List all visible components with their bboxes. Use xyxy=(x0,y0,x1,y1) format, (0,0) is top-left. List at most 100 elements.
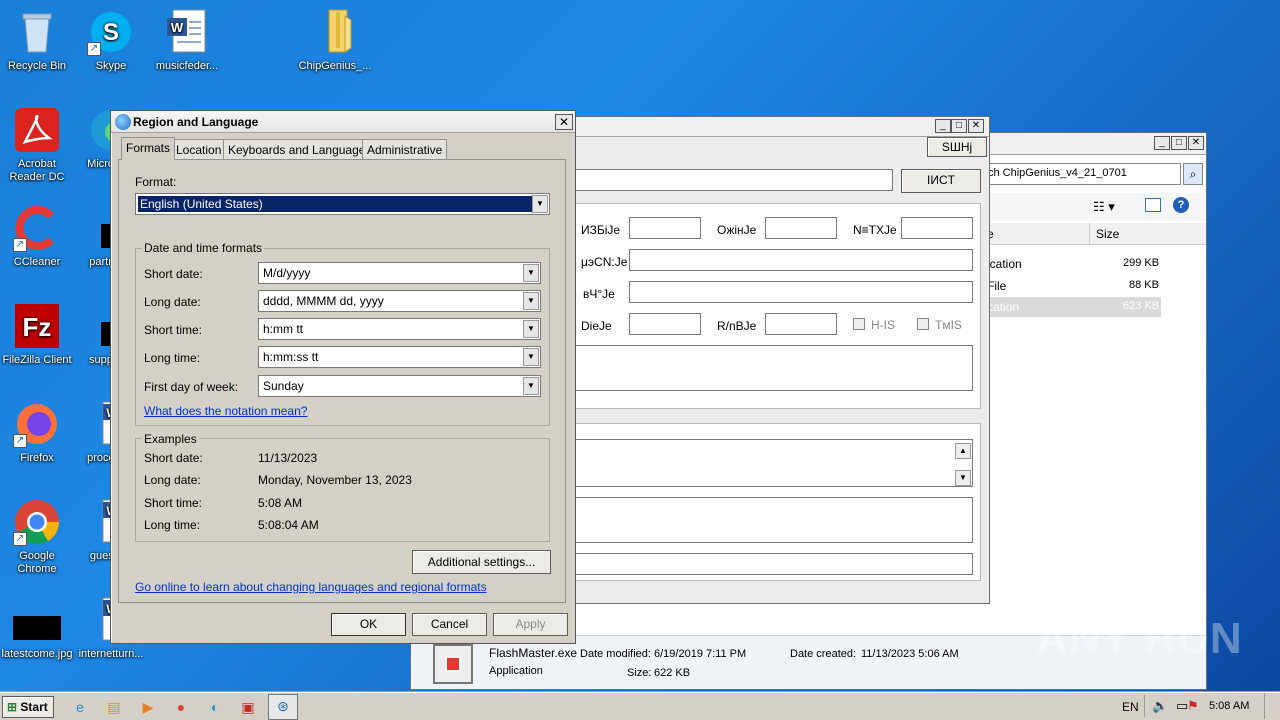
chevron-down-icon[interactable]: ▼ xyxy=(523,348,539,366)
tab-formats[interactable]: Formats xyxy=(121,137,176,160)
chipgenius-field[interactable] xyxy=(629,249,973,271)
scroll-down-button[interactable]: ▼ xyxy=(955,470,971,486)
long-time-select[interactable]: h:mm:ss tt ▼ xyxy=(258,346,541,368)
table-row-selected[interactable]: cation 623 KB xyxy=(987,297,1161,317)
apply-button[interactable]: Apply xyxy=(493,613,568,636)
tab-location[interactable]: Location xyxy=(171,139,227,159)
ok-button[interactable]: OK xyxy=(331,613,406,636)
cancel-button[interactable]: Cancel xyxy=(412,613,487,636)
media-player-icon[interactable]: ▶ xyxy=(136,696,160,718)
maximize-button[interactable]: □ xyxy=(1171,136,1187,150)
desktop-icon-skype[interactable]: S ↗ Skype xyxy=(74,8,148,73)
first-day-select[interactable]: Sunday ▼ xyxy=(258,375,541,397)
chrome-taskbar-icon[interactable]: ● xyxy=(169,696,193,718)
filezilla-icon: Fz xyxy=(13,302,61,350)
chipgenius-field[interactable] xyxy=(629,313,701,335)
chipgenius-field[interactable] xyxy=(765,217,837,239)
ccleaner-icon: ↗ xyxy=(13,204,61,252)
format-select[interactable]: English (United States) ▼ xyxy=(135,193,550,215)
chipgenius-field[interactable] xyxy=(901,217,973,239)
chipgenius-device-field[interactable] xyxy=(571,169,893,191)
chipgenius-window[interactable]: _ □ ✕ SШHj IИCT ИЗБiJe OжiнJe N≡TXJe μэC… xyxy=(570,116,990,604)
view-options-icon[interactable]: ☷ ▾ xyxy=(1093,199,1115,215)
tab-keyboards-languages[interactable]: Keyboards and Languages xyxy=(223,139,377,159)
desktop-icon-label: FileZilla Client xyxy=(2,354,72,366)
windows-logo-icon: ⊞ xyxy=(7,700,18,714)
ie-icon[interactable]: e xyxy=(68,696,92,718)
desktop-icon-ccleaner[interactable]: ↗ CCleaner xyxy=(0,204,74,269)
long-date-select[interactable]: dddd, MMMM dd, yyyy ▼ xyxy=(258,290,541,312)
svg-text:Fz: Fz xyxy=(23,312,52,342)
short-time-value: h:mm tt xyxy=(263,322,304,336)
desktop-icon-recycle-bin[interactable]: Recycle Bin xyxy=(0,8,74,73)
preview-pane-icon[interactable] xyxy=(1145,198,1161,212)
scroll-up-button[interactable]: ▲ xyxy=(955,443,971,459)
long-date-value: dddd, MMMM dd, yyyy xyxy=(263,294,384,308)
desktop-icon-label: musicfeder... xyxy=(155,60,219,72)
column-header-size[interactable]: Size xyxy=(1089,223,1169,245)
desktop-icon-label: Google Chrome xyxy=(17,550,57,575)
chipgenius-field[interactable] xyxy=(629,281,973,303)
minimize-button[interactable]: _ xyxy=(1154,136,1170,150)
table-row[interactable]: File 88 KB xyxy=(987,277,1161,295)
close-button[interactable]: ✕ xyxy=(555,114,573,130)
chipgenius-field[interactable] xyxy=(629,217,701,239)
explorer-icon[interactable]: ▤ xyxy=(102,696,126,718)
shortcut-arrow-icon: ↗ xyxy=(13,434,27,448)
chevron-down-icon[interactable]: ▼ xyxy=(523,320,539,338)
desktop-icon-acrobat[interactable]: Acrobat Reader DC xyxy=(0,106,74,184)
details-filename: FlashMaster.exe xyxy=(489,646,578,660)
chevron-down-icon[interactable]: ▼ xyxy=(523,264,539,282)
desktop-icon-musicfeder[interactable]: W musicfeder... xyxy=(150,8,224,73)
row-type: ication xyxy=(987,257,1022,271)
chipgenius-titlebar[interactable]: _ □ ✕ xyxy=(571,117,989,137)
chipgenius-field[interactable] xyxy=(765,313,837,335)
search-icon[interactable]: ⌕ xyxy=(1183,163,1203,185)
chevron-down-icon[interactable]: ▼ xyxy=(523,377,539,395)
desktop-icon-label: Acrobat Reader DC xyxy=(9,158,65,183)
chipgenius-taskbar-icon[interactable]: ▣ xyxy=(236,696,260,718)
chipgenius-label: OжiнJe xyxy=(717,223,757,237)
start-button[interactable]: ⊞ Start xyxy=(2,696,54,718)
shortcut-arrow-icon: ↗ xyxy=(13,532,27,546)
chevron-down-icon[interactable]: ▼ xyxy=(523,292,539,310)
desktop-icon-chipgenius[interactable]: ChipGenius_... xyxy=(298,8,372,73)
online-languages-link[interactable]: Go online to learn about changing langua… xyxy=(135,580,487,594)
notation-link[interactable]: What does the notation mean? xyxy=(144,404,307,418)
desktop-icon-firefox[interactable]: ↗ Firefox xyxy=(0,400,74,465)
edge-taskbar-icon[interactable]: ◐ xyxy=(203,696,227,718)
explorer-search-field[interactable]: ch ChipGenius_v4_21_0701 xyxy=(985,163,1181,185)
close-button[interactable]: ✕ xyxy=(1188,136,1204,150)
help-icon[interactable]: ? xyxy=(1173,197,1189,213)
show-desktop-button[interactable] xyxy=(1264,693,1278,719)
chipgenius-checkbox[interactable] xyxy=(853,318,865,330)
desktop-icon-filezilla[interactable]: Fz FileZilla Client xyxy=(0,302,74,367)
region-language-taskbar-icon[interactable]: ⊛ xyxy=(268,694,298,720)
language-indicator[interactable]: EN xyxy=(1122,700,1139,714)
row-size: 299 KB xyxy=(1123,257,1160,269)
clock[interactable]: 5:08 AM xyxy=(1209,700,1249,712)
tab-administrative[interactable]: Administrative xyxy=(362,139,448,159)
flag-icon[interactable]: ⚑ xyxy=(1187,698,1199,714)
row-type: cation xyxy=(987,300,1020,314)
chipgenius-checkbox[interactable] xyxy=(917,318,929,330)
desktop-icon-chrome[interactable]: ↗ Google Chrome xyxy=(0,498,74,576)
short-time-select[interactable]: h:mm tt ▼ xyxy=(258,318,541,340)
chipgenius-log-field[interactable] xyxy=(571,497,973,543)
chipgenius-notes-field[interactable] xyxy=(571,345,973,391)
maximize-button[interactable]: □ xyxy=(951,119,967,133)
minimize-button[interactable]: _ xyxy=(935,119,951,133)
table-row[interactable]: ication 299 KB xyxy=(987,255,1161,273)
chipgenius-top-button[interactable]: SШHj xyxy=(927,137,987,157)
dialog-titlebar[interactable]: Region and Language ✕ xyxy=(111,111,575,133)
volume-icon[interactable]: 🔈 xyxy=(1152,698,1168,714)
chipgenius-label: DieJe xyxy=(581,319,612,333)
chipgenius-second-button[interactable]: IИCT xyxy=(901,169,981,193)
chipgenius-status-field[interactable] xyxy=(571,553,973,575)
chevron-down-icon[interactable]: ▼ xyxy=(532,195,548,213)
additional-settings-button[interactable]: Additional settings... xyxy=(412,550,551,574)
desktop-icon-latestcome[interactable]: latestcome.jpg xyxy=(0,596,74,661)
short-date-select[interactable]: M/d/yyyy ▼ xyxy=(258,262,541,284)
close-button[interactable]: ✕ xyxy=(968,119,984,133)
chipgenius-output-field[interactable] xyxy=(571,439,973,487)
